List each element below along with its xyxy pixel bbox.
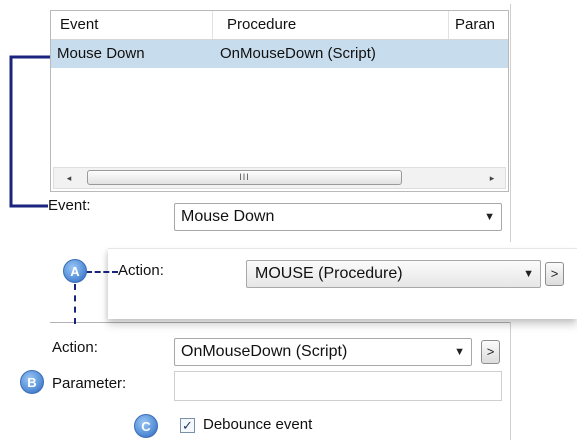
parameter-label: Parameter: <box>52 375 127 392</box>
event-label: Event: <box>48 197 91 214</box>
table-row[interactable]: Mouse Down OnMouseDown (Script) <box>51 40 508 68</box>
chevron-down-icon[interactable]: ▼ <box>523 261 534 287</box>
callout-badge-b: B <box>20 370 44 394</box>
event-dropdown[interactable]: Mouse Down ▼ <box>174 203 502 231</box>
event-dropdown-value: Mouse Down <box>181 208 275 225</box>
callout-action-more-button[interactable]: > <box>545 262 564 286</box>
event-list-header: Event Procedure Paran <box>51 11 508 40</box>
action-more-button[interactable]: > <box>481 340 500 364</box>
callout-action-value: MOUSE (Procedure) <box>255 265 403 282</box>
column-header-event[interactable]: Event <box>51 11 213 39</box>
parameter-input[interactable] <box>174 371 502 401</box>
action-label: Action: <box>52 339 98 356</box>
column-header-procedure[interactable]: Procedure <box>213 11 449 39</box>
frame-divider-bottom <box>50 322 510 323</box>
callout-action-dropdown[interactable]: MOUSE (Procedure) ▼ <box>246 260 541 288</box>
debounce-label[interactable]: Debounce event <box>203 416 312 433</box>
callout-dashed-horizontal <box>86 271 118 273</box>
callout-badge-a: A <box>63 259 87 283</box>
scroll-grip-icon: III <box>239 172 250 182</box>
scroll-left-icon[interactable]: ◂ <box>58 168 80 188</box>
cell-parameter <box>449 40 455 68</box>
callout-action-label: Action: <box>118 262 164 279</box>
callout-badge-c: C <box>134 414 158 438</box>
frame-divider-top <box>510 4 511 242</box>
scroll-thumb[interactable]: III <box>87 170 402 185</box>
event-list[interactable]: Event Procedure Paran Mouse Down OnMouse… <box>50 10 509 192</box>
callout-action-panel: Action: MOUSE (Procedure) ▼ > <box>108 248 577 319</box>
cell-event: Mouse Down <box>57 45 145 62</box>
action-dropdown[interactable]: OnMouseDown (Script) ▼ <box>174 338 472 366</box>
action-dropdown-value: OnMouseDown (Script) <box>181 343 348 360</box>
debounce-checkbox[interactable]: ✓ <box>180 418 195 433</box>
chevron-down-icon[interactable]: ▼ <box>454 339 465 365</box>
cell-procedure: OnMouseDown (Script) <box>220 45 376 62</box>
frame-divider-right <box>510 322 511 440</box>
check-icon: ✓ <box>182 418 193 433</box>
column-header-parameter[interactable]: Paran <box>449 11 508 39</box>
chevron-down-icon[interactable]: ▼ <box>484 204 495 230</box>
callout-dashed-vertical <box>74 284 76 324</box>
scroll-right-icon[interactable]: ▸ <box>481 168 503 188</box>
horizontal-scrollbar[interactable]: ◂ III ▸ <box>53 167 506 189</box>
